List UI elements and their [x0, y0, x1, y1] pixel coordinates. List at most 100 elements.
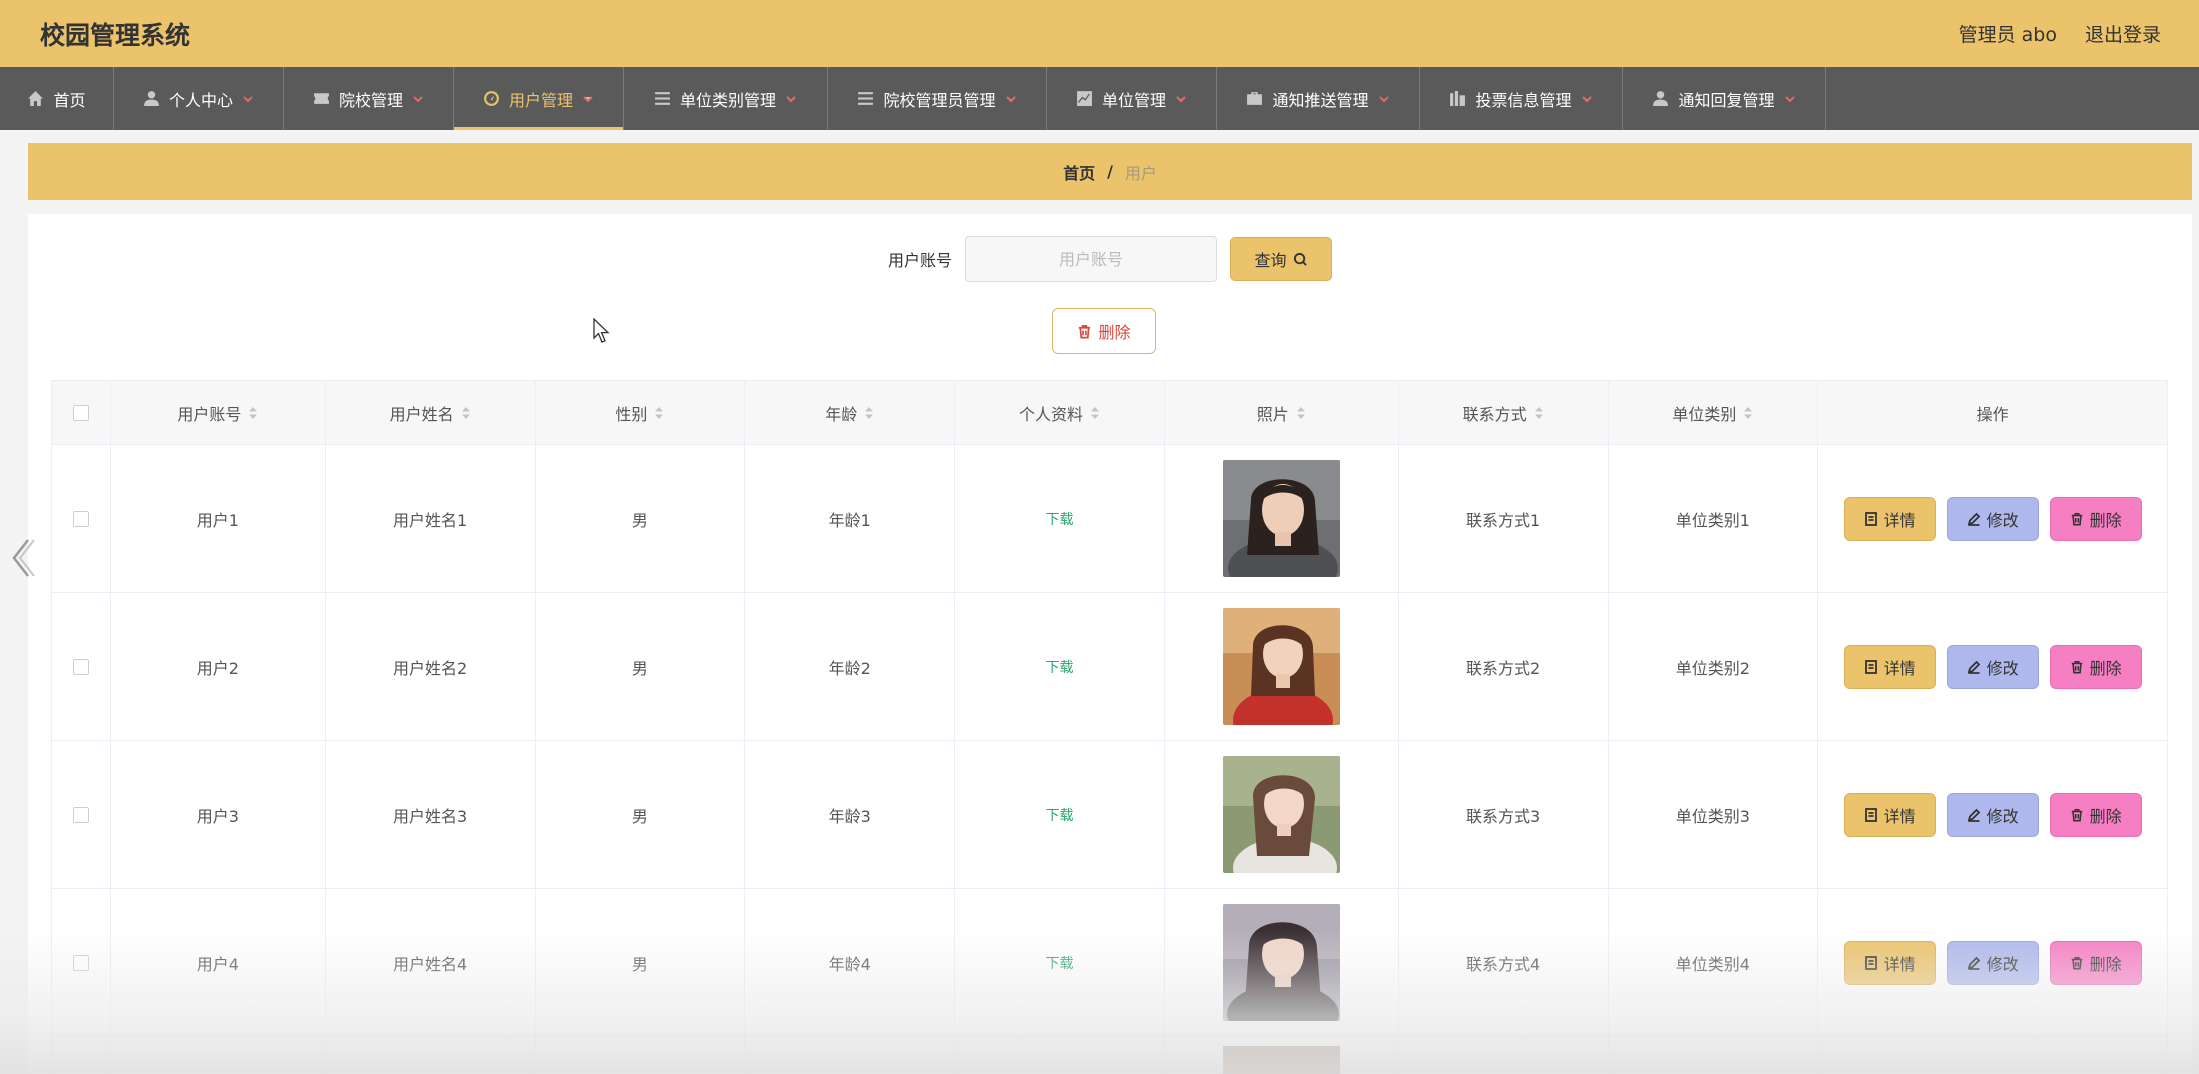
- sort-icon: [461, 406, 470, 419]
- age-cell: 年龄3: [745, 741, 956, 888]
- header-cell: 操作: [1818, 381, 2167, 444]
- nav-item-user-management[interactable]: 用户管理: [454, 67, 624, 130]
- batch-delete-button[interactable]: 删除: [1052, 308, 1156, 354]
- chevron-left-icon[interactable]: [8, 536, 36, 580]
- nav-item-unit-category-management[interactable]: 单位类别管理: [624, 67, 828, 130]
- detail-button[interactable]: 详情: [1843, 792, 1936, 837]
- download-link[interactable]: 下载: [1046, 953, 1074, 973]
- header-label: 用户姓名: [389, 404, 454, 424]
- nav-item-notice-reply-management[interactable]: 通知回复管理: [1623, 67, 1826, 130]
- user-photo[interactable]: [1222, 460, 1340, 577]
- delete-button[interactable]: 删除: [2049, 940, 2142, 985]
- nav-item-label: 通知推送管理: [1272, 90, 1369, 110]
- gender-cell: 男: [536, 741, 746, 888]
- nav-item-label: 个人中心: [168, 90, 233, 110]
- category-cell: 单位类别4: [1609, 889, 1819, 1036]
- header-cell[interactable]: 个人资料: [955, 381, 1165, 444]
- edit-label: 修改: [1986, 658, 2019, 678]
- user-photo[interactable]: [1222, 608, 1340, 725]
- photo-cell: [1165, 889, 1399, 1036]
- row-checkbox[interactable]: [72, 954, 89, 971]
- user-icon: [144, 91, 159, 106]
- header-label: 性别: [615, 404, 648, 424]
- edit-button[interactable]: 修改: [1946, 940, 2039, 985]
- edit-label: 修改: [1986, 510, 2019, 530]
- logout-link[interactable]: 退出登录: [2085, 20, 2161, 47]
- header-cell[interactable]: 单位类别: [1609, 381, 1819, 444]
- user-photo[interactable]: [1222, 904, 1340, 1021]
- nav-item-label: 投票信息管理: [1475, 90, 1572, 110]
- sort-icon: [655, 406, 664, 419]
- header-cell[interactable]: 年龄: [745, 381, 956, 444]
- query-button[interactable]: 查询: [1230, 237, 1332, 281]
- user-photo[interactable]: [1222, 1046, 1340, 1074]
- header-label: 用户账号: [177, 404, 242, 424]
- name-cell: 用户姓名4: [326, 889, 536, 1036]
- age-cell: 年龄4: [745, 889, 956, 1036]
- detail-button[interactable]: 详情: [1843, 940, 1936, 985]
- account-cell: 用户4: [111, 889, 326, 1036]
- actions-cell: 详情 修改 删除: [1818, 445, 2167, 592]
- edit-label: 修改: [1986, 954, 2019, 974]
- detail-button[interactable]: 详情: [1843, 496, 1936, 541]
- gender-cell: 男: [536, 445, 746, 592]
- query-button-label: 查询: [1254, 251, 1287, 270]
- detail-button[interactable]: 详情: [1843, 644, 1936, 689]
- header-cell[interactable]: 用户姓名: [326, 381, 536, 444]
- header-cell[interactable]: 联系方式: [1399, 381, 1609, 444]
- nav-item-college-management[interactable]: 院校管理: [284, 67, 454, 130]
- name-cell: 用户姓名2: [326, 593, 536, 740]
- delete-button[interactable]: 删除: [2049, 792, 2142, 837]
- download-link[interactable]: 下载: [1046, 657, 1074, 677]
- category-cell: 单位类别2: [1609, 593, 1819, 740]
- header-label: 照片: [1256, 404, 1289, 424]
- nav-item-personal-center[interactable]: 个人中心: [114, 67, 284, 130]
- user-photo[interactable]: [1222, 756, 1340, 873]
- nav-item-unit-management[interactable]: 单位管理: [1047, 67, 1217, 130]
- bars-icon: [1450, 91, 1466, 106]
- trash-icon: [2071, 956, 2082, 969]
- search-input[interactable]: [965, 236, 1217, 282]
- actions-cell: 详情 修改 删除: [1818, 741, 2167, 888]
- nav-item-notice-push-management[interactable]: 通知推送管理: [1217, 67, 1420, 130]
- chart-icon: [1077, 91, 1092, 106]
- header-cell[interactable]: 照片: [1165, 381, 1399, 444]
- edit-button[interactable]: 修改: [1946, 496, 2039, 541]
- nav-item-label: 单位类别管理: [679, 90, 776, 110]
- download-link[interactable]: 下载: [1046, 509, 1074, 529]
- user-photo-image: [1222, 756, 1340, 873]
- nav-item-label: 院校管理员管理: [883, 90, 996, 110]
- name-cell: 用户姓名1: [326, 445, 536, 592]
- detail-label: 详情: [1883, 658, 1916, 678]
- home-icon: [28, 91, 44, 106]
- pencil-icon: [1967, 660, 1980, 674]
- select-all-checkbox[interactable]: [72, 404, 89, 421]
- search-icon: [1293, 252, 1307, 266]
- table-row: 用户3 用户姓名3 男 年龄3 下载 联系方式3 单位类别3 详情 修改 删除: [52, 741, 2167, 889]
- nav-item-home[interactable]: 首页: [0, 67, 114, 130]
- header-label: 个人资料: [1019, 404, 1084, 424]
- header-cell[interactable]: 用户账号: [111, 381, 326, 444]
- edit-button[interactable]: 修改: [1946, 644, 2039, 689]
- row-checkbox[interactable]: [72, 806, 89, 823]
- chevron-down-icon: [1176, 95, 1186, 102]
- download-link[interactable]: 下载: [1046, 805, 1074, 825]
- row-checkbox[interactable]: [72, 510, 89, 527]
- actions-cell: 详情 修改 删除: [1818, 889, 2167, 1036]
- user-photo-image: [1222, 608, 1340, 725]
- photo-cell: [1165, 445, 1399, 592]
- nav-item-label: 通知回复管理: [1678, 90, 1775, 110]
- account-cell: 用户2: [111, 593, 326, 740]
- profile-cell: [955, 1037, 1165, 1074]
- breadcrumb-home[interactable]: 首页: [1063, 160, 1095, 184]
- delete-button[interactable]: 删除: [2049, 644, 2142, 689]
- row-select-cell: [52, 889, 111, 1036]
- edit-button[interactable]: 修改: [1946, 792, 2039, 837]
- delete-button[interactable]: 删除: [2049, 496, 2142, 541]
- mouse-cursor-icon: [593, 318, 610, 343]
- nav-item-college-admin-management[interactable]: 院校管理员管理: [828, 67, 1047, 130]
- row-checkbox[interactable]: [72, 658, 89, 675]
- header-cell[interactable]: 性别: [536, 381, 746, 444]
- nav-item-vote-info-management[interactable]: 投票信息管理: [1420, 67, 1623, 130]
- app-title: 校园管理系统: [40, 20, 191, 50]
